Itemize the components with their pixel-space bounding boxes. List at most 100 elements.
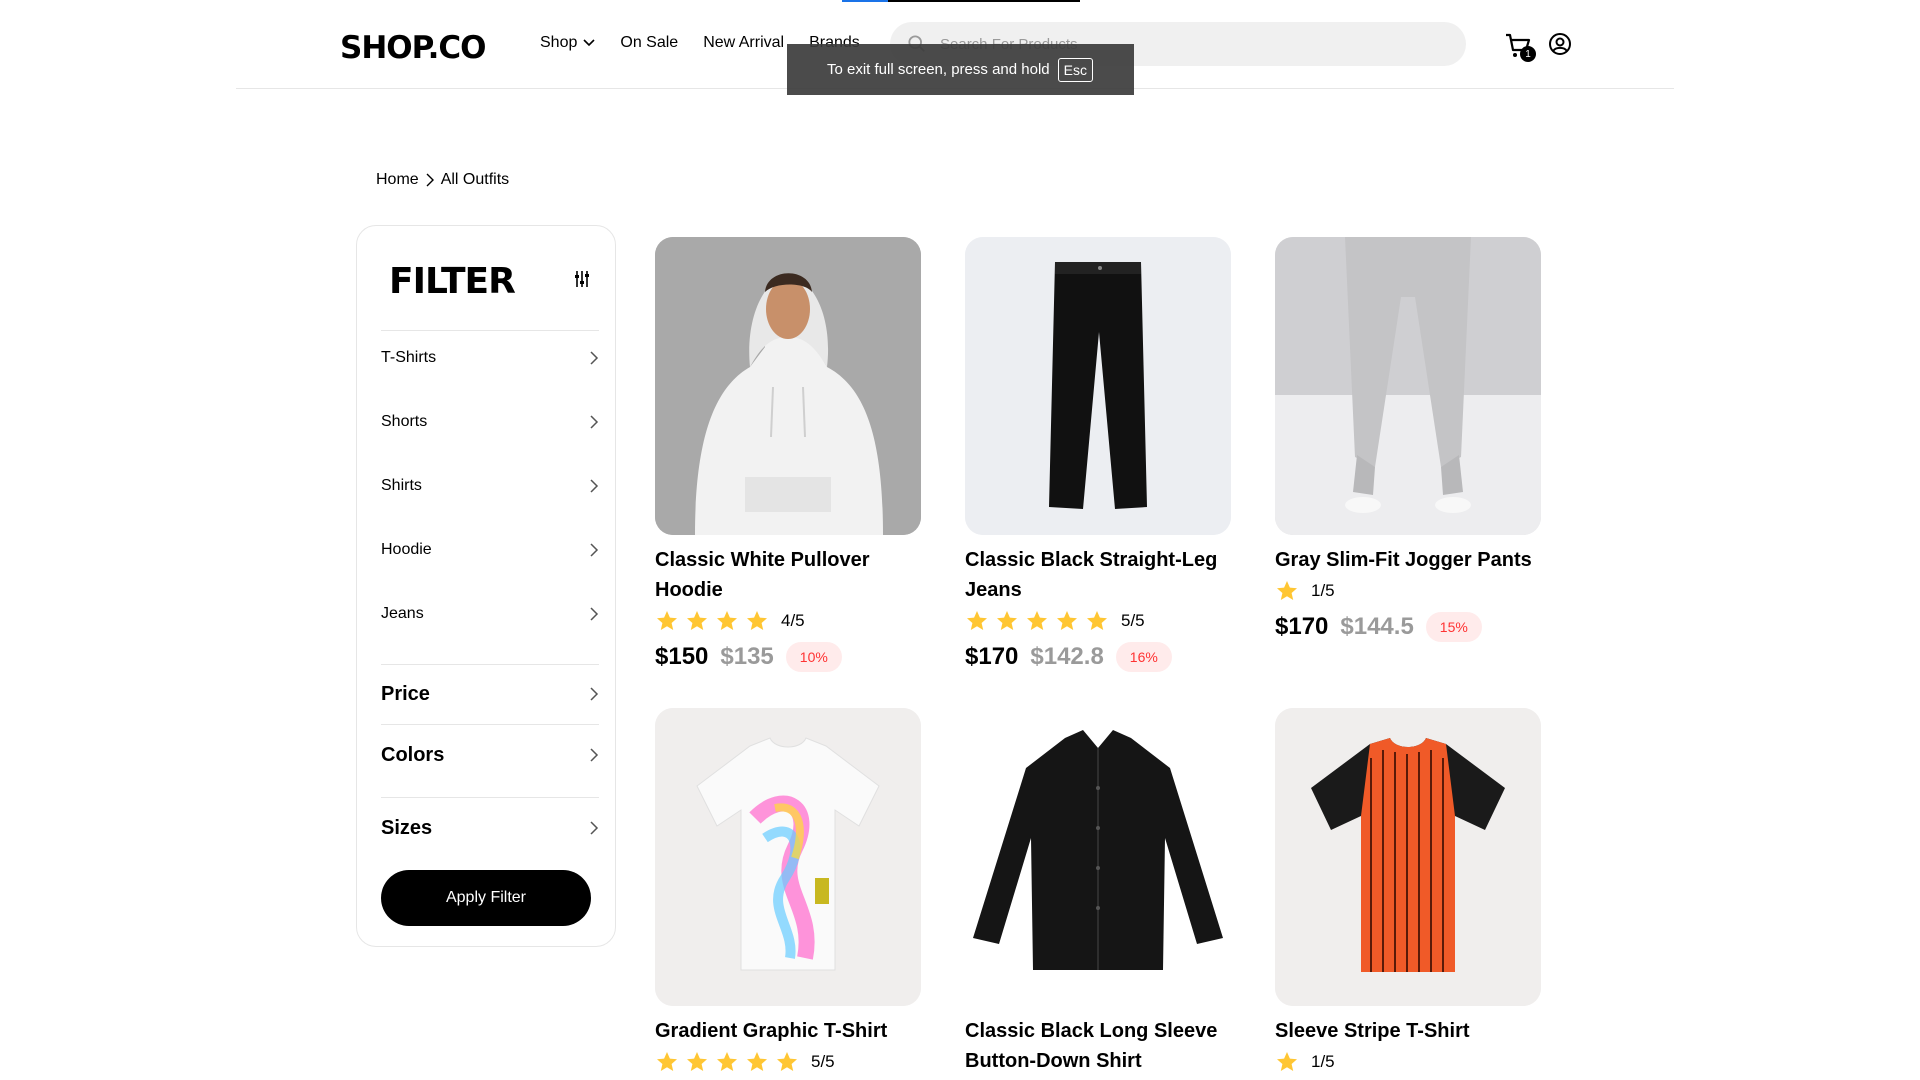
product-rating: 1/5: [1275, 579, 1543, 603]
star-icon: [717, 611, 737, 630]
section-label: Colors: [381, 743, 445, 766]
star-icon: [1087, 611, 1107, 630]
cart-count-badge: 1: [1520, 46, 1536, 62]
product-name[interactable]: Classic Black Long Sleeve Button-Down Sh…: [965, 1016, 1233, 1076]
product-prices: $150 $135 10%: [655, 641, 923, 673]
star-icon: [1027, 611, 1047, 630]
product-image[interactable]: [655, 237, 921, 535]
star-icon: [1277, 1052, 1297, 1071]
filter-panel: FILTER T-Shirts Shorts Shirts Hoodie Jea…: [356, 225, 616, 947]
product-image[interactable]: [1275, 708, 1541, 1006]
product-name[interactable]: Sleeve Stripe T-Shirt: [1275, 1016, 1543, 1046]
product-image[interactable]: [965, 237, 1231, 535]
rating-text: 1/5: [1311, 1052, 1335, 1071]
joggers-photo: [1275, 237, 1541, 535]
apply-filter-button[interactable]: Apply Filter: [381, 870, 591, 926]
divider: [381, 724, 599, 725]
product-prices: $170 $142.8 16%: [965, 641, 1233, 673]
rating-text: 4/5: [781, 611, 805, 630]
product-price: $150: [655, 643, 709, 670]
product-card[interactable]: Classic White Pullover Hoodie 4/5 $150 $…: [655, 237, 923, 673]
section-label: Sizes: [381, 816, 433, 839]
star-icon: [997, 611, 1017, 630]
star-icon: [967, 611, 987, 630]
rating-text: 1/5: [1311, 581, 1335, 600]
product-name[interactable]: Classic Black Straight-Leg Jeans: [965, 545, 1233, 605]
star-icon: [1277, 581, 1297, 600]
sliders-icon[interactable]: [573, 270, 591, 288]
tshirt-photo: [655, 708, 921, 1006]
product-rating: 1/5: [1275, 1050, 1543, 1074]
site-logo[interactable]: SHOP.CO: [340, 30, 487, 66]
product-image[interactable]: [655, 708, 921, 1006]
chevron-right-icon: [590, 748, 599, 762]
star-icon: [717, 1052, 737, 1071]
product-name[interactable]: Gray Slim-Fit Jogger Pants: [1275, 545, 1543, 575]
product-rating: 5/5: [965, 609, 1233, 633]
nav-new-arrival[interactable]: New Arrival: [703, 34, 784, 52]
chevron-right-icon: [590, 479, 599, 493]
product-card[interactable]: Sleeve Stripe T-Shirt 1/5: [1275, 708, 1543, 1074]
discount-badge: 15%: [1425, 612, 1482, 642]
breadcrumb-current: All Outfits: [440, 171, 510, 188]
discount-badge: 16%: [1115, 642, 1172, 672]
chevron-right-icon: [590, 415, 599, 429]
category-shirts[interactable]: Shirts: [381, 472, 599, 500]
star-icon: [747, 611, 767, 630]
category-jeans[interactable]: Jeans: [381, 600, 599, 628]
cart-button[interactable]: 1: [1504, 32, 1536, 62]
category-label: Hoodie: [381, 541, 432, 558]
breadcrumb-home[interactable]: Home: [376, 171, 419, 189]
category-hoodie[interactable]: Hoodie: [381, 536, 599, 564]
rating-text: 5/5: [811, 1052, 835, 1071]
chevron-down-icon: [583, 39, 595, 47]
product-card[interactable]: Gray Slim-Fit Jogger Pants 1/5 $170 $144…: [1275, 237, 1543, 643]
breadcrumb: Home All Outfits: [376, 171, 509, 189]
rating-text: 5/5: [1121, 611, 1145, 630]
product-name[interactable]: Gradient Graphic T-Shirt: [655, 1016, 923, 1046]
product-image[interactable]: [965, 708, 1231, 1006]
jeans-photo: [965, 237, 1231, 535]
filter-section-sizes[interactable]: Sizes: [381, 814, 599, 842]
chevron-right-icon: [590, 687, 599, 701]
category-label: Shorts: [381, 413, 428, 430]
category-label: Jeans: [381, 605, 424, 622]
star-icon: [687, 611, 707, 630]
star-icon: [777, 1052, 797, 1071]
chevron-right-icon: [590, 351, 599, 365]
account-button[interactable]: [1548, 32, 1572, 56]
esc-key-hint: Esc: [1057, 57, 1093, 82]
chevron-right-icon: [590, 821, 599, 835]
product-rating: 4/5: [655, 609, 923, 633]
chevron-right-icon: [590, 543, 599, 557]
product-rating: 5/5: [655, 1050, 923, 1074]
fullscreen-exit-toast: To exit full screen, press and hold Esc: [787, 44, 1134, 95]
product-old-price: $142.8: [1030, 643, 1104, 670]
star-icon: [657, 611, 677, 630]
chevron-right-icon: [590, 607, 599, 621]
filter-section-price[interactable]: Price: [381, 680, 599, 708]
category-label: Shirts: [381, 477, 422, 494]
product-name[interactable]: Classic White Pullover Hoodie: [655, 545, 923, 605]
product-old-price: $144.5: [1340, 613, 1414, 640]
divider: [381, 664, 599, 665]
filter-section-colors[interactable]: Colors: [381, 741, 599, 769]
product-card[interactable]: Gradient Graphic T-Shirt 5/5: [655, 708, 923, 1074]
product-old-price: $135: [720, 643, 774, 670]
discount-badge: 10%: [785, 642, 842, 672]
category-label: T-Shirts: [381, 349, 437, 366]
section-label: Price: [381, 682, 430, 705]
nav-shop[interactable]: Shop: [540, 34, 595, 52]
filter-title: FILTER: [389, 261, 516, 302]
category-shorts[interactable]: Shorts: [381, 408, 599, 436]
nav-shop-label: Shop: [540, 34, 578, 51]
category-t-shirts[interactable]: T-Shirts: [381, 344, 599, 372]
product-image[interactable]: [1275, 237, 1541, 535]
shirt-photo: [965, 708, 1231, 1006]
product-card[interactable]: Classic Black Straight-Leg Jeans 5/5 $17…: [965, 237, 1233, 673]
nav-on-sale[interactable]: On Sale: [620, 34, 678, 52]
divider: [381, 797, 599, 798]
stripe-tshirt-photo: [1275, 708, 1541, 1006]
star-icon: [747, 1052, 767, 1071]
product-card[interactable]: Classic Black Long Sleeve Button-Down Sh…: [965, 708, 1233, 1076]
